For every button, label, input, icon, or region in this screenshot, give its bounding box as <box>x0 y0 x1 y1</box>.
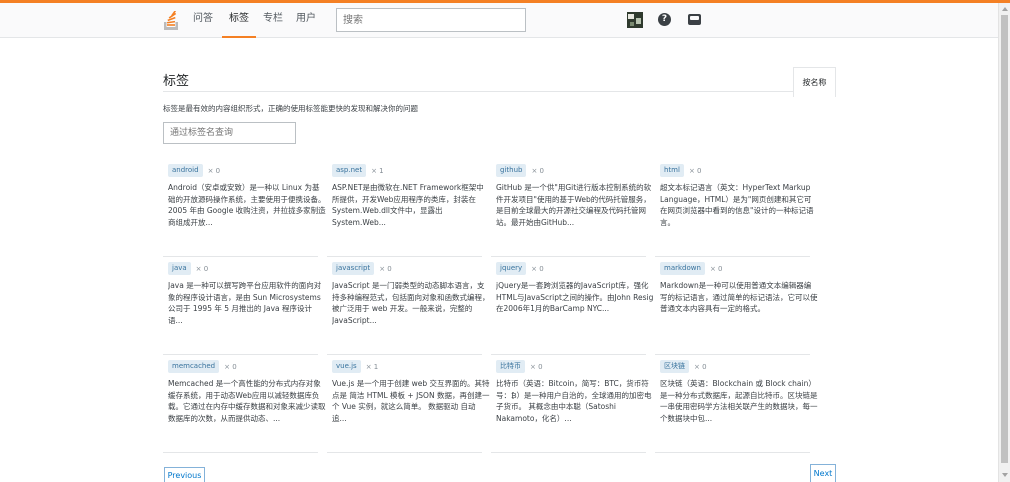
search-input[interactable] <box>336 8 526 32</box>
tag-link[interactable]: markdown <box>660 262 705 275</box>
page-title: 标签 <box>163 74 190 89</box>
nav-tab-users[interactable]: 用户 <box>293 3 319 38</box>
tag-link[interactable]: android <box>168 164 203 177</box>
tag-link[interactable]: github <box>496 164 527 177</box>
tag-grid-row-3: memcached × 0 Memcached 是一个高性能的分布式内存对象缓存系… <box>163 356 836 453</box>
tag-grid: android × 0 Android（安卓或安致）是一种以 Linux 为基础的… <box>163 160 836 257</box>
tag-card: html × 0 超文本标记语言（英文：HyperText Markup Lang… <box>655 160 813 257</box>
tag-count: × 0 <box>379 264 392 273</box>
page-scrollbar[interactable] <box>998 3 1010 482</box>
scrollbar-thumb[interactable] <box>1001 15 1008 463</box>
tag-card: 比特币 × 0 比特币（英语：Bitcoin，简写：BTC，货币符号：₿）是一种用… <box>491 356 652 453</box>
tag-filter-input[interactable] <box>163 122 296 144</box>
page-subtitle: 标签是最有效的内容组织形式，正确的使用标签能更快的发现和解决你的问题 <box>163 104 418 113</box>
tag-excerpt: JavaScript 是一门弱类型的动态脚本语言，支持多种编程范式，包括面向对象… <box>332 281 490 325</box>
sort-by-name-tab[interactable]: 按名称 <box>793 67 836 97</box>
tag-count: × 0 <box>688 166 702 175</box>
title-divider <box>163 91 793 92</box>
next-page-button[interactable]: Next <box>810 464 836 482</box>
tag-link[interactable]: memcached <box>168 360 220 373</box>
tag-card: jquery × 0 jQuery是一套跨浏览器的JavaScript库，强化HT… <box>491 258 653 355</box>
tag-card: java × 0 Java 是一种可以撰写跨平台应用软件的面向对象的程序设计语言，… <box>163 258 321 355</box>
tag-excerpt: Markdown是一种可以使用普通文本编辑器编写的标记语言，通过简单的标记语法，… <box>660 281 818 313</box>
tag-excerpt: Java 是一种可以撰写跨平台应用软件的面向对象的程序设计语言，是由 Sun M… <box>168 281 322 325</box>
tag-excerpt: jQuery是一套跨浏览器的JavaScript库，强化HTML与JavaScr… <box>496 281 654 313</box>
nav-tab-questions[interactable]: 问答 <box>190 3 216 38</box>
tag-card: javascript × 0 JavaScript 是一门弱类型的动态脚本语言，支… <box>327 258 490 355</box>
tag-card: markdown × 0 Markdown是一种可以使用普通文本编辑器编写的标记语… <box>655 258 818 355</box>
tag-card: 区块链 × 0 区块链（英语：Blockchain 或 Block chain）是… <box>655 356 818 453</box>
tag-count: × 0 <box>531 264 544 273</box>
tag-link[interactable]: 区块链 <box>660 360 689 373</box>
tag-count: × 0 <box>709 264 723 273</box>
previous-page-button[interactable]: Previous <box>164 467 205 482</box>
tag-count: × 1 <box>365 362 379 371</box>
tag-count: × 0 <box>694 362 707 371</box>
site-logo-icon[interactable] <box>163 11 179 31</box>
tag-count: × 0 <box>531 166 544 175</box>
inbox-icon[interactable] <box>688 14 701 25</box>
top-bar: 问答 标签 专栏 用户 ? <box>0 3 998 38</box>
tag-link[interactable]: html <box>660 164 684 177</box>
tag-excerpt: ASP.NET是由微软在.NET Framework框架中所提供，开发Web应用… <box>332 183 484 227</box>
scroll-down-arrow-icon[interactable] <box>1002 473 1008 477</box>
tag-count: × 1 <box>371 166 384 175</box>
tag-link[interactable]: javascript <box>332 262 375 275</box>
tag-link[interactable]: asp.net <box>332 164 367 177</box>
tag-card: android × 0 Android（安卓或安致）是一种以 Linux 为基础的… <box>163 160 326 257</box>
nav-tab-columns[interactable]: 专栏 <box>260 3 286 38</box>
tag-count: × 0 <box>207 166 221 175</box>
tag-link[interactable]: 比特币 <box>496 360 525 373</box>
nav-tab-tags[interactable]: 标签 <box>222 3 256 38</box>
tag-excerpt: Memcached 是一个高性能的分布式内存对象缓存系统，用于动态Web应用以减… <box>168 379 326 423</box>
tag-excerpt: 区块链（英语：Blockchain 或 Block chain）是一种分布式数据… <box>660 379 818 423</box>
tag-count: × 0 <box>224 362 237 371</box>
tag-excerpt: 超文本标记语言（英文：HyperText Markup Language，HTM… <box>660 183 814 227</box>
tag-card: memcached × 0 Memcached 是一个高性能的分布式内存对象缓存系… <box>163 356 326 453</box>
user-avatar[interactable] <box>627 12 643 28</box>
help-icon[interactable]: ? <box>658 13 671 26</box>
tag-link[interactable]: java <box>168 262 191 275</box>
tag-excerpt: 比特币（英语：Bitcoin，简写：BTC，货币符号：₿）是一种用户自治的，全球… <box>496 379 652 423</box>
scroll-up-arrow-icon[interactable] <box>1002 7 1008 11</box>
tag-card: vue.js × 1 Vue.js 是一个用于创建 web 交互界面的。其特点是 … <box>327 356 490 453</box>
tag-link[interactable]: vue.js <box>332 360 361 373</box>
tag-card: github × 0 GitHub 是一个供"用Git进行版本控制系统的软件开发项… <box>491 160 651 257</box>
tag-link[interactable]: jquery <box>496 262 527 275</box>
tag-card: asp.net × 1 ASP.NET是由微软在.NET Framework框架中… <box>327 160 484 257</box>
tag-count: × 0 <box>530 362 543 371</box>
tag-excerpt: Android（安卓或安致）是一种以 Linux 为基础的开放源码操作系统，主要… <box>168 183 326 227</box>
tag-grid-row-2: java × 0 Java 是一种可以撰写跨平台应用软件的面向对象的程序设计语言，… <box>163 258 836 355</box>
tag-excerpt: Vue.js 是一个用于创建 web 交互界面的。其特点是 简洁 HTML 模板… <box>332 379 490 423</box>
tag-count: × 0 <box>195 264 209 273</box>
tag-excerpt: GitHub 是一个供"用Git进行版本控制系统的软件开发项目"使用的基于Web… <box>496 183 652 227</box>
